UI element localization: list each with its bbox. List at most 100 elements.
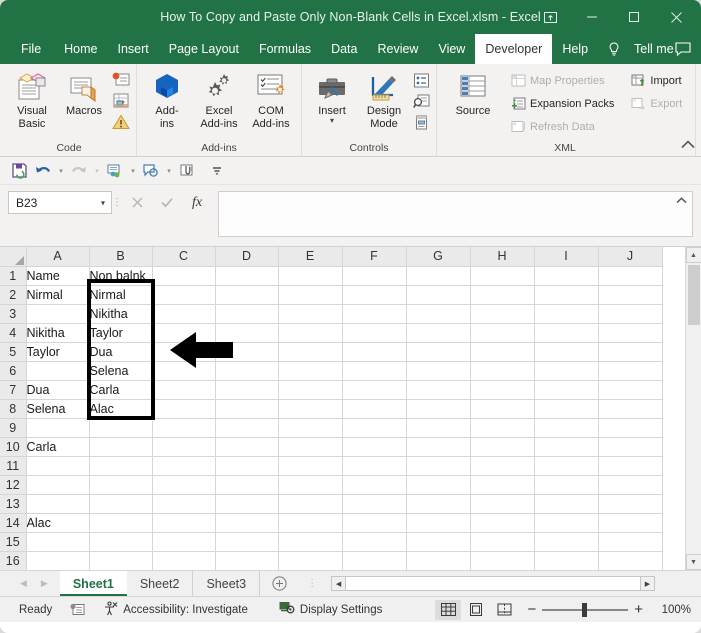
excel-addins-button[interactable]: Excel Add-ins [193, 69, 245, 130]
tab-page-layout[interactable]: Page Layout [159, 34, 249, 64]
tab-view[interactable]: View [428, 34, 475, 64]
cell-a13[interactable] [26, 494, 89, 513]
cell-i6[interactable] [534, 361, 598, 380]
cell-g8[interactable] [406, 399, 470, 418]
worksheet-grid[interactable]: A B C D E F G H I J 1NameNon balnk 2Nirm… [0, 247, 685, 570]
cell-h9[interactable] [470, 418, 534, 437]
display-settings-status[interactable]: Display Settings [257, 601, 391, 618]
cell-i13[interactable] [534, 494, 598, 513]
insert-function-icon[interactable]: fx [182, 191, 212, 214]
tab-formulas[interactable]: Formulas [249, 34, 321, 64]
cell-f15[interactable] [342, 532, 406, 551]
cell-e3[interactable] [278, 304, 342, 323]
undo-icon[interactable] [32, 160, 54, 182]
cell-i15[interactable] [534, 532, 598, 551]
refresh-data-button[interactable]: Refresh Data [507, 116, 617, 137]
zoom-in-button[interactable]: + [634, 601, 643, 618]
cell-j8[interactable] [598, 399, 662, 418]
cell-g11[interactable] [406, 456, 470, 475]
com-addins-button[interactable]: COM Add-ins [245, 69, 297, 130]
name-box[interactable]: B23 ▾ [8, 191, 112, 214]
cell-e4[interactable] [278, 323, 342, 342]
cell-e5[interactable] [278, 342, 342, 361]
cell-e6[interactable] [278, 361, 342, 380]
tab-file[interactable]: File [8, 34, 54, 64]
tab-split-handle[interactable]: ⋮ [299, 571, 325, 596]
cell-e13[interactable] [278, 494, 342, 513]
column-header-f[interactable]: F [342, 247, 406, 266]
row-header-4[interactable]: 4 [0, 323, 26, 342]
cell-d3[interactable] [215, 304, 278, 323]
cell-c13[interactable] [152, 494, 215, 513]
cell-h8[interactable] [470, 399, 534, 418]
cell-d13[interactable] [215, 494, 278, 513]
vertical-scrollbar[interactable]: ▲ ▼ [685, 247, 701, 570]
cell-i7[interactable] [534, 380, 598, 399]
cell-a8[interactable]: Selena [26, 399, 89, 418]
cell-g3[interactable] [406, 304, 470, 323]
row-header-13[interactable]: 13 [0, 494, 26, 513]
cell-h4[interactable] [470, 323, 534, 342]
collapse-ribbon-icon[interactable] [681, 138, 695, 152]
ribbon-display-options-icon[interactable] [529, 2, 571, 32]
cell-j9[interactable] [598, 418, 662, 437]
insert-control-button[interactable]: Insert ▾ [306, 69, 358, 124]
map-properties-button[interactable]: Map Properties [507, 70, 617, 91]
cell-b1[interactable]: Non balnk [89, 266, 152, 285]
zoom-track[interactable] [542, 609, 628, 611]
cell-b12[interactable] [89, 475, 152, 494]
cell-c1[interactable] [152, 266, 215, 285]
column-header-d[interactable]: D [215, 247, 278, 266]
cell-b13[interactable] [89, 494, 152, 513]
cell-h3[interactable] [470, 304, 534, 323]
cell-b4[interactable]: Taylor [89, 323, 152, 342]
cell-h14[interactable] [470, 513, 534, 532]
cell-h5[interactable] [470, 342, 534, 361]
properties-icon[interactable] [412, 71, 430, 89]
cell-f14[interactable] [342, 513, 406, 532]
select-all-corner[interactable] [0, 247, 26, 266]
cell-a9[interactable] [26, 418, 89, 437]
cell-c9[interactable] [152, 418, 215, 437]
column-header-e[interactable]: E [278, 247, 342, 266]
email-recipients-icon[interactable] [104, 160, 126, 182]
column-header-g[interactable]: G [406, 247, 470, 266]
cell-j12[interactable] [598, 475, 662, 494]
tab-data[interactable]: Data [321, 34, 367, 64]
cell-d12[interactable] [215, 475, 278, 494]
row-header-16[interactable]: 16 [0, 551, 26, 570]
cell-c16[interactable] [152, 551, 215, 570]
cell-a6[interactable] [26, 361, 89, 380]
cell-f4[interactable] [342, 323, 406, 342]
view-code-icon[interactable] [412, 92, 430, 110]
cell-h7[interactable] [470, 380, 534, 399]
sheet-tab-sheet2[interactable]: Sheet2 [127, 571, 194, 596]
cell-i5[interactable] [534, 342, 598, 361]
cell-a14[interactable]: Alac [26, 513, 89, 532]
cell-j5[interactable] [598, 342, 662, 361]
touch-mode-dropdown-icon[interactable]: ▾ [164, 160, 174, 182]
cell-i4[interactable] [534, 323, 598, 342]
comment-icon[interactable] [675, 34, 691, 64]
previous-sheet-icon[interactable]: ◀ [20, 578, 27, 589]
cell-a12[interactable] [26, 475, 89, 494]
attach-icon[interactable] [176, 160, 198, 182]
cell-g16[interactable] [406, 551, 470, 570]
cell-d10[interactable] [215, 437, 278, 456]
cell-i1[interactable] [534, 266, 598, 285]
cell-d7[interactable] [215, 380, 278, 399]
cell-f1[interactable] [342, 266, 406, 285]
page-break-preview-icon[interactable] [491, 600, 517, 620]
cell-g9[interactable] [406, 418, 470, 437]
cell-c7[interactable] [152, 380, 215, 399]
cell-b2[interactable]: Nirmal [89, 285, 152, 304]
cell-h10[interactable] [470, 437, 534, 456]
run-dialog-icon[interactable] [412, 113, 430, 131]
enter-icon[interactable] [152, 191, 182, 214]
row-header-9[interactable]: 9 [0, 418, 26, 437]
row-header-8[interactable]: 8 [0, 399, 26, 418]
cell-i12[interactable] [534, 475, 598, 494]
cell-b16[interactable] [89, 551, 152, 570]
cell-i14[interactable] [534, 513, 598, 532]
cell-d14[interactable] [215, 513, 278, 532]
